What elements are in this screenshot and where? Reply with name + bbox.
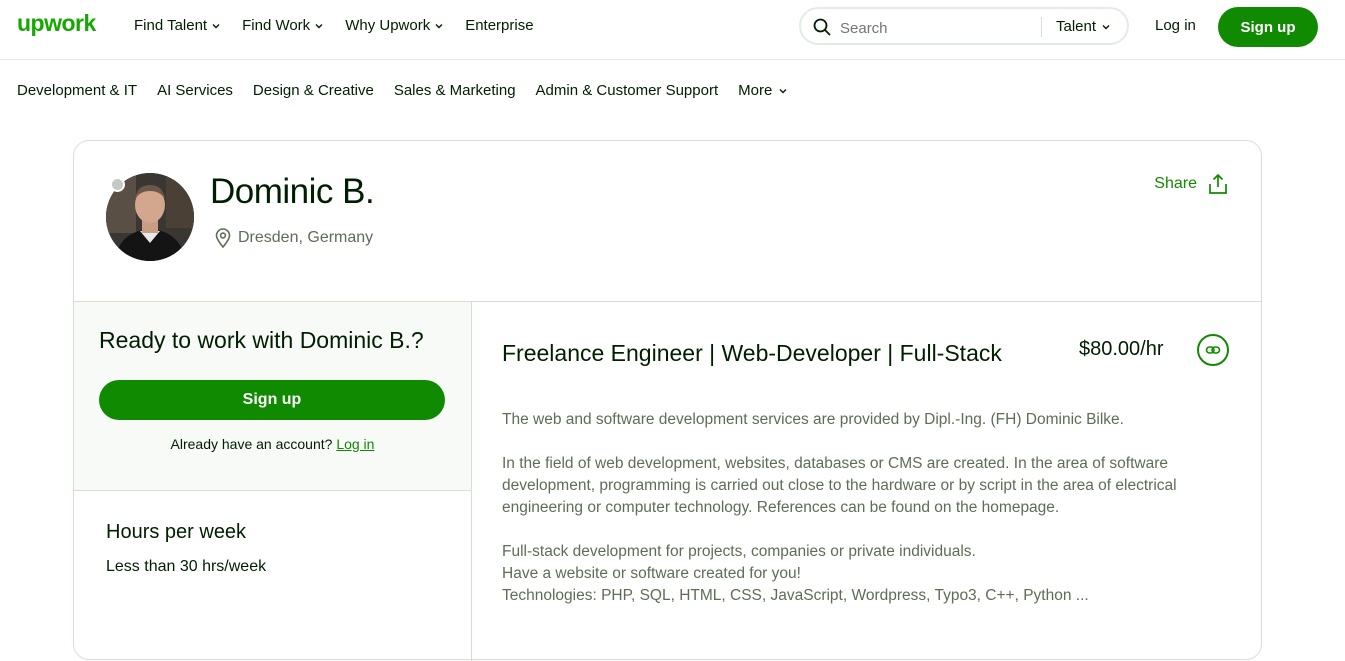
cta-login-link[interactable]: Log in (336, 436, 374, 452)
main-nav: Find Talent Find Work Why Upwork Enterpr… (134, 17, 534, 34)
chevron-down-icon (1102, 24, 1110, 29)
category-admin-support[interactable]: Admin & Customer Support (536, 82, 719, 99)
hours-per-week-title: Hours per week (106, 521, 247, 543)
cta-signup-button[interactable]: Sign up (99, 380, 445, 420)
nav-why-upwork[interactable]: Why Upwork (345, 17, 444, 34)
profile-name: Dominic B. (210, 172, 375, 211)
share-icon (1209, 174, 1227, 194)
nav-enterprise-label: Enterprise (465, 17, 534, 34)
category-more[interactable]: More (738, 82, 788, 99)
signup-button[interactable]: Sign up (1218, 7, 1318, 47)
chevron-down-icon (779, 88, 787, 93)
already-have-account: Already have an account? Log in (74, 436, 471, 452)
share-label: Share (1154, 175, 1197, 192)
search-divider (1041, 17, 1042, 37)
top-navigation: upwork Find Talent Find Work Why Upwork … (0, 0, 1345, 60)
hourly-rate: $80.00/hr (1079, 338, 1164, 360)
description-paragraph: Technologies: PHP, SQL, HTML, CSS, JavaS… (502, 587, 1089, 604)
login-link[interactable]: Log in (1155, 17, 1196, 34)
copy-link-button[interactable] (1197, 334, 1229, 366)
profile-description: The web and software development service… (502, 409, 1222, 607)
nav-find-talent[interactable]: Find Talent (134, 17, 221, 34)
description-paragraph: In the field of web development, website… (502, 455, 1177, 516)
column-divider (471, 301, 472, 661)
nav-find-work[interactable]: Find Work (242, 17, 324, 34)
signup-cta-panel: Ready to work with Dominic B.? Sign up A… (74, 302, 471, 491)
cta-title: Ready to work with Dominic B.? (99, 327, 424, 353)
chevron-down-icon (315, 23, 323, 28)
chevron-down-icon (435, 23, 443, 28)
search-bar: Talent (799, 7, 1129, 45)
upwork-logo[interactable]: upwork (17, 10, 96, 37)
profile-location: Dresden, Germany (214, 227, 373, 249)
category-nav: Development & IT AI Services Design & Cr… (17, 82, 788, 99)
job-title: Freelance Engineer | Web-Developer | Ful… (502, 340, 1002, 366)
category-design-creative[interactable]: Design & Creative (253, 82, 374, 99)
category-ai-services[interactable]: AI Services (157, 82, 233, 99)
search-scope-dropdown[interactable]: Talent (1056, 18, 1111, 35)
nav-why-upwork-label: Why Upwork (345, 17, 431, 34)
chevron-down-icon (212, 23, 220, 28)
search-icon (813, 18, 831, 36)
description-paragraph: Full-stack development for projects, com… (502, 543, 976, 560)
description-paragraph: The web and software development service… (502, 411, 1124, 428)
nav-find-talent-label: Find Talent (134, 17, 208, 34)
link-icon (1205, 346, 1221, 354)
profile-card: Dominic B. Dresden, Germany Share Ready … (73, 140, 1262, 661)
category-development-it[interactable]: Development & IT (17, 82, 137, 99)
nav-find-work-label: Find Work (242, 17, 311, 34)
location-pin-icon (215, 228, 231, 249)
online-status-indicator (110, 177, 125, 192)
share-button[interactable]: Share (1154, 173, 1229, 195)
hours-per-week-value: Less than 30 hrs/week (106, 558, 267, 575)
description-paragraph: Have a website or software created for y… (502, 565, 801, 582)
already-text: Already have an account? (170, 436, 333, 452)
category-more-label: More (738, 82, 773, 99)
nav-enterprise[interactable]: Enterprise (465, 17, 533, 34)
search-scope-label: Talent (1056, 18, 1097, 35)
profile-location-text: Dresden, Germany (238, 229, 374, 246)
search-input[interactable] (838, 16, 1032, 40)
category-sales-marketing[interactable]: Sales & Marketing (394, 82, 516, 99)
